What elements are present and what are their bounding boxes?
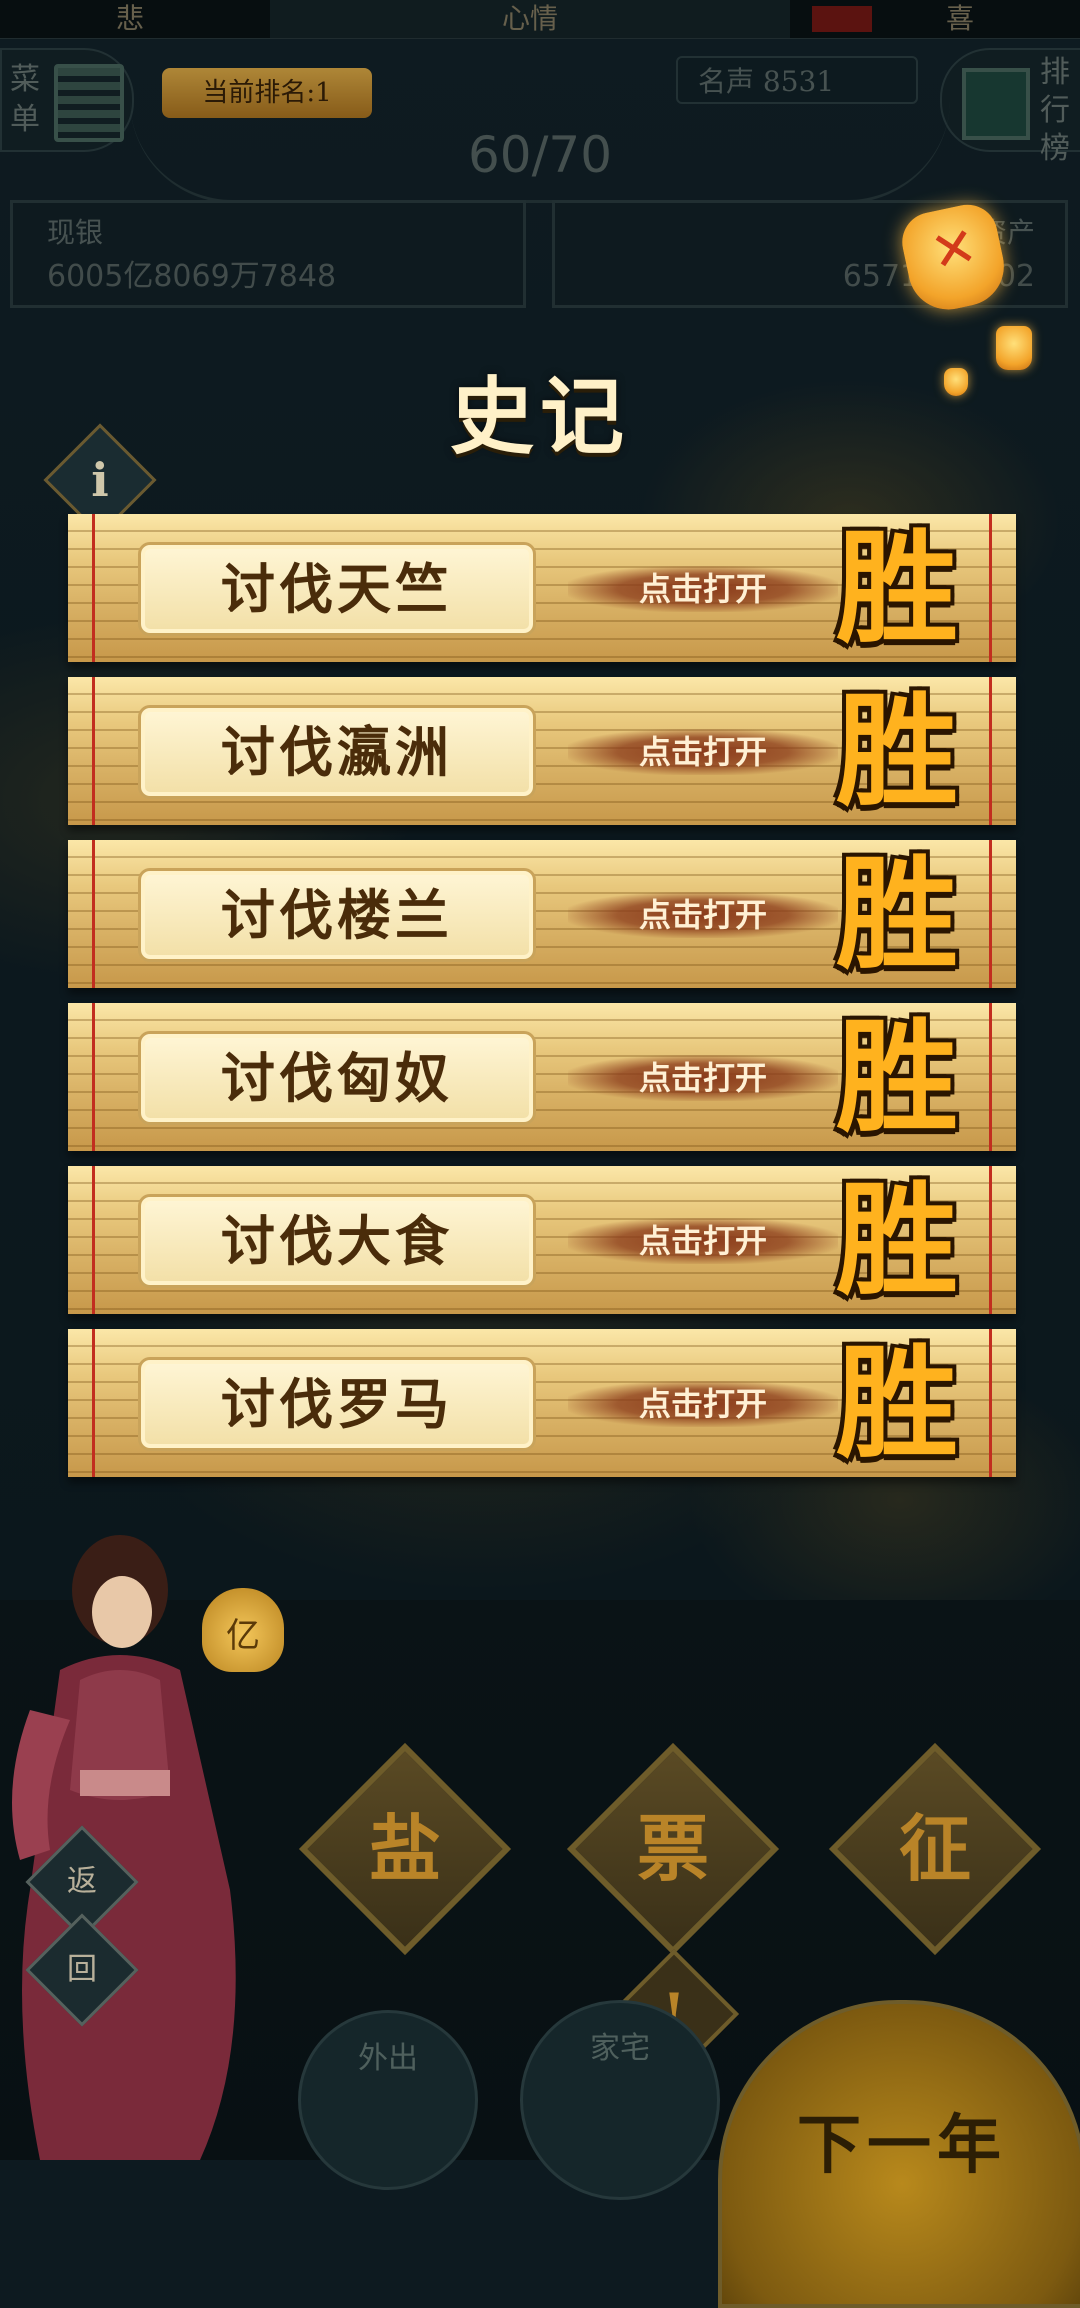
victory-mark: 胜 xyxy=(836,516,958,660)
next-year-label: 下一年 xyxy=(797,2108,1007,2183)
red-rule xyxy=(92,514,95,662)
history-record-list: 讨伐天竺 点击打开 胜 讨伐瀛洲 点击打开 胜 讨伐楼兰 点击打开 胜 讨伐匈奴… xyxy=(68,514,1016,1492)
back-label-top: 返 xyxy=(67,1864,97,1899)
salt-label: 盐 xyxy=(368,1806,441,1891)
home-button[interactable]: 家宅 xyxy=(520,2000,720,2200)
open-hint[interactable]: 点击打开 xyxy=(568,1055,838,1101)
record-item[interactable]: 讨伐匈奴 点击打开 胜 xyxy=(68,1003,1016,1151)
red-rule xyxy=(92,1003,95,1151)
record-title: 讨伐大食 xyxy=(138,1194,536,1288)
ticket-label: 票 xyxy=(636,1806,709,1891)
back-label-bottom: 回 xyxy=(67,1952,97,1987)
red-rule xyxy=(989,1003,992,1151)
red-rule xyxy=(92,840,95,988)
victory-mark: 胜 xyxy=(836,1331,958,1475)
record-item[interactable]: 讨伐罗马 点击打开 胜 xyxy=(68,1329,1016,1477)
open-hint[interactable]: 点击打开 xyxy=(568,729,838,775)
record-title: 讨伐天竺 xyxy=(138,542,536,636)
red-rule xyxy=(989,1166,992,1314)
record-item[interactable]: 讨伐瀛洲 点击打开 胜 xyxy=(68,677,1016,825)
victory-mark: 胜 xyxy=(836,1168,958,1312)
red-rule xyxy=(92,1166,95,1314)
record-title: 讨伐楼兰 xyxy=(138,868,536,962)
record-item[interactable]: 讨伐天竺 点击打开 胜 xyxy=(68,514,1016,662)
victory-mark: 胜 xyxy=(836,842,958,986)
red-rule xyxy=(989,677,992,825)
red-rule xyxy=(989,840,992,988)
money-bag-icon: 亿 xyxy=(202,1588,284,1672)
record-item[interactable]: 讨伐大食 点击打开 胜 xyxy=(68,1166,1016,1314)
record-item[interactable]: 讨伐楼兰 点击打开 胜 xyxy=(68,840,1016,988)
open-hint[interactable]: 点击打开 xyxy=(568,566,838,612)
record-title: 讨伐罗马 xyxy=(138,1357,536,1451)
outing-button[interactable]: 外出 xyxy=(298,2010,478,2190)
victory-mark: 胜 xyxy=(836,679,958,823)
outing-label: 外出 xyxy=(358,2041,418,2076)
close-icon: ✕ xyxy=(925,213,983,286)
home-label: 家宅 xyxy=(590,2031,650,2066)
red-rule xyxy=(989,514,992,662)
page-title: 史记 xyxy=(449,367,630,466)
record-title: 讨伐瀛洲 xyxy=(138,705,536,799)
open-hint[interactable]: 点击打开 xyxy=(568,1381,838,1427)
open-hint[interactable]: 点击打开 xyxy=(568,892,838,938)
victory-mark: 胜 xyxy=(836,1005,958,1149)
close-button[interactable]: ✕ xyxy=(896,199,1012,324)
expedition-label: 征 xyxy=(898,1806,971,1891)
open-hint[interactable]: 点击打开 xyxy=(568,1218,838,1264)
red-rule xyxy=(92,677,95,825)
red-rule xyxy=(92,1329,95,1477)
red-rule xyxy=(989,1329,992,1477)
record-title: 讨伐匈奴 xyxy=(138,1031,536,1125)
